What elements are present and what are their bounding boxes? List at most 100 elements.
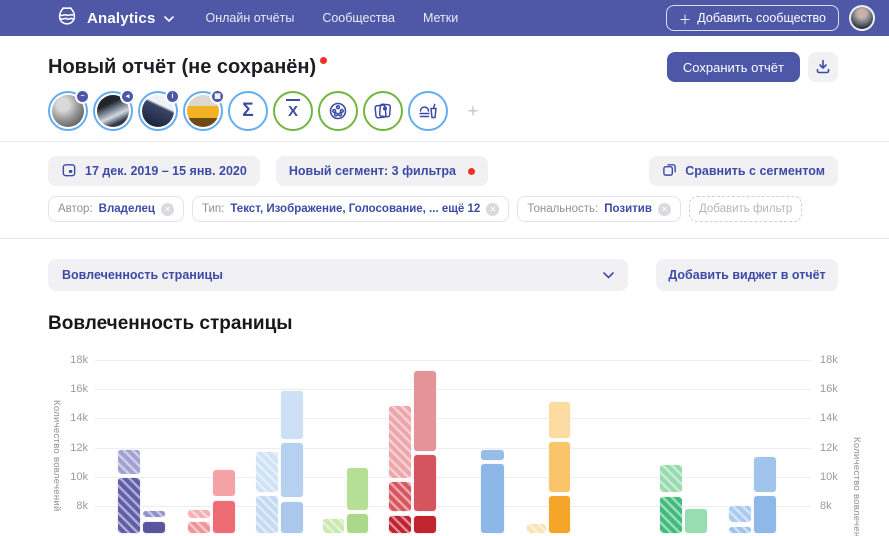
add-widget-button[interactable]: Добавить виджет в отчёт — [656, 259, 838, 291]
bar-segment[interactable] — [413, 454, 437, 512]
bar-segment[interactable] — [117, 477, 141, 534]
bar-segment[interactable] — [548, 495, 571, 533]
sigma-icon: Σ — [232, 95, 264, 127]
date-range-selector[interactable]: 17 дек. 2019 – 15 янв. 2020 — [48, 156, 260, 186]
bar-segment[interactable] — [346, 467, 369, 511]
user-avatar[interactable] — [849, 5, 875, 31]
community-avatar-3[interactable]: i — [138, 91, 178, 131]
bar-segment[interactable] — [526, 523, 547, 534]
bar-segment[interactable] — [212, 500, 236, 534]
bar-segment[interactable] — [684, 508, 708, 534]
bar-segment[interactable] — [280, 390, 304, 440]
save-report-button[interactable]: Сохранить отчёт — [667, 52, 800, 82]
nav-link-2[interactable]: Сообщества — [322, 11, 395, 25]
bar-segment[interactable] — [388, 405, 412, 479]
filter-chip-3[interactable]: Тональность:Позитив✕ — [517, 196, 681, 222]
filter-chip-label: Тип: — [202, 203, 224, 215]
community-avatar-4[interactable]: ▦ — [183, 91, 223, 131]
top-navbar: Analytics Онлайн отчёты Сообщества Метки ＋… — [0, 0, 889, 36]
filter-chip-1[interactable]: Автор: Владелец ✕ — [48, 196, 184, 222]
brand-menu[interactable]: Analytics — [55, 4, 174, 33]
y-tick-label-left: 18k — [56, 354, 88, 366]
gridline — [95, 477, 811, 478]
y-tick-label-right: 18k — [820, 354, 838, 366]
remove-filter-icon[interactable]: ✕ — [161, 203, 174, 216]
bar-segment[interactable] — [187, 509, 211, 519]
docs-widget-circle[interactable] — [363, 91, 403, 131]
filter-chip-label: Тональность: — [527, 203, 598, 215]
y-tick-label-left: 14k — [56, 412, 88, 424]
bar-segment[interactable] — [659, 496, 683, 534]
bar-segment[interactable] — [388, 515, 412, 534]
compare-icon — [662, 162, 677, 180]
filter-chip-2[interactable]: Тип: Текст, Изображение, Голосование, ...… — [192, 196, 509, 222]
filter-chip-value: Владелец — [99, 203, 155, 215]
engagement-chart: Количество вовлечений Количество вовлече… — [0, 342, 889, 536]
y-axis-title-right: Количество вовлечений — [851, 437, 862, 536]
community-avatar-2[interactable]: ◂ — [93, 91, 133, 131]
remove-filter-icon[interactable]: ✕ — [658, 203, 671, 216]
bar-segment[interactable] — [255, 495, 279, 533]
nav-link-1[interactable]: Онлайн отчёты — [206, 11, 295, 25]
reel-widget-circle[interactable] — [318, 91, 358, 131]
add-filter-button[interactable]: Добавить фильтр — [689, 196, 802, 222]
segment-selector[interactable]: Новый сегмент: 3 фильтра — [276, 156, 488, 186]
filter-chip-label: Автор: — [58, 203, 93, 215]
bar-segment[interactable] — [728, 526, 752, 534]
widget-select[interactable]: Вовлеченность страницы — [48, 259, 628, 291]
unsaved-dot — [320, 57, 327, 64]
bar-segment[interactable] — [280, 442, 304, 498]
bar-segment[interactable] — [212, 469, 236, 498]
nav-links: Онлайн отчёты Сообщества Метки — [206, 11, 459, 25]
bar-segment[interactable] — [255, 451, 279, 494]
bar-segment[interactable] — [280, 501, 304, 534]
remove-filter-icon[interactable]: ✕ — [486, 203, 499, 216]
mean-icon: X — [277, 95, 309, 127]
bar-segment[interactable] — [142, 510, 166, 519]
gridline — [95, 418, 811, 419]
gridline — [95, 506, 811, 507]
gridline — [95, 360, 811, 361]
bar-segment[interactable] — [346, 513, 369, 533]
export-button[interactable] — [808, 52, 838, 82]
download-icon — [815, 58, 831, 77]
segment-alert-dot — [468, 168, 475, 175]
widget-toolbar: Вовлеченность страницы Добавить виджет в… — [0, 239, 889, 291]
add-community-circle-button[interactable]: + — [453, 91, 493, 131]
bar-segment[interactable] — [548, 401, 571, 439]
bar-segment[interactable] — [659, 464, 683, 493]
bar-segment[interactable] — [728, 505, 752, 524]
bar-segment[interactable] — [753, 456, 777, 493]
bar-segment[interactable] — [413, 370, 437, 451]
page-title: Новый отчёт (не сохранён) — [48, 56, 339, 79]
gridline — [95, 389, 811, 390]
fastfood-widget-circle[interactable] — [408, 91, 448, 131]
add-community-button[interactable]: ＋ Добавить сообщество — [666, 5, 839, 31]
bar-segment[interactable] — [322, 518, 345, 534]
filter-chips-row: Автор: Владелец ✕ Тип: Текст, Изображение, Г… — [48, 196, 838, 222]
bar-segment[interactable] — [142, 521, 166, 534]
arrow-badge-icon: ◂ — [120, 89, 135, 104]
bar-segment[interactable] — [187, 521, 211, 534]
community-avatar-1[interactable]: − — [48, 91, 88, 131]
bar-segment[interactable] — [480, 463, 505, 533]
plus-icon: + — [468, 101, 479, 122]
jar-logo-icon — [55, 4, 79, 33]
fastfood-icon — [412, 95, 444, 127]
y-tick-label-right: 12k — [820, 442, 838, 454]
bar-segment[interactable] — [548, 441, 571, 493]
filter-chip-value: Текст, Изображение, Голосование, ... ещё… — [230, 203, 480, 215]
bar-segment[interactable] — [117, 449, 141, 475]
nav-link-3[interactable]: Метки — [423, 11, 458, 25]
y-tick-label-left: 10k — [56, 471, 88, 483]
bar-segment[interactable] — [413, 515, 437, 534]
bar-segment[interactable] — [388, 481, 412, 512]
y-tick-label-left: 12k — [56, 442, 88, 454]
sigma-widget-circle[interactable]: Σ — [228, 91, 268, 131]
bar-segment[interactable] — [753, 495, 777, 534]
y-tick-label-right: 8k — [820, 500, 832, 512]
bar-segment[interactable] — [480, 449, 505, 461]
compare-segment-button[interactable]: Сравнить с сегментом — [649, 156, 838, 186]
mean-widget-circle[interactable]: X — [273, 91, 313, 131]
y-tick-label-left: 8k — [56, 500, 88, 512]
